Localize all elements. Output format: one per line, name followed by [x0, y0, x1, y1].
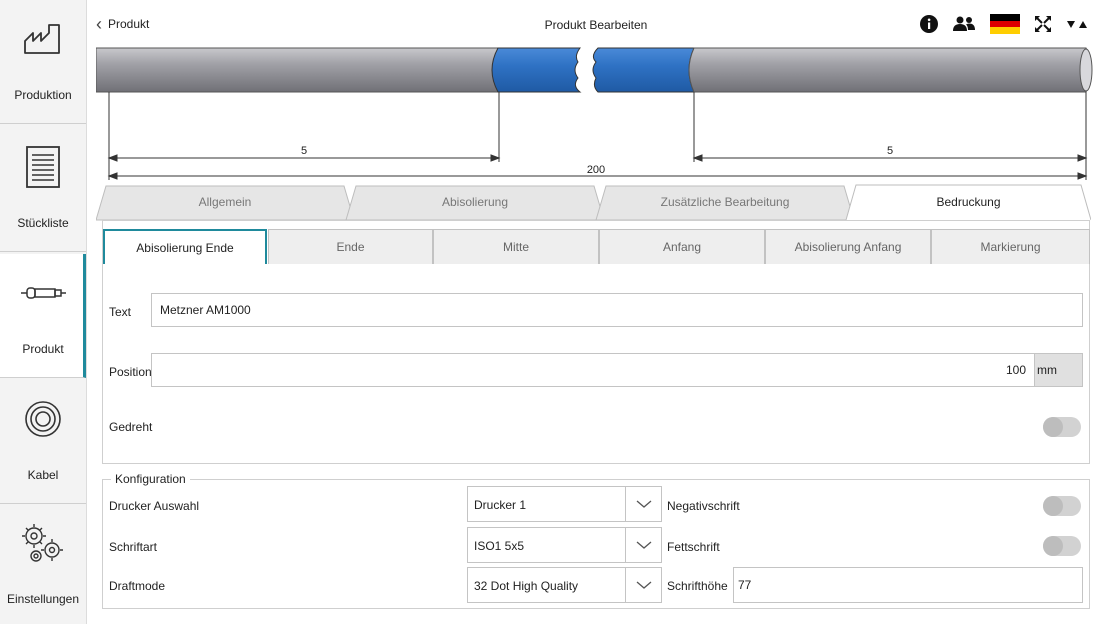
subtab-ende[interactable]: Ende [268, 229, 433, 264]
fettschrift-toggle[interactable] [1043, 536, 1081, 556]
sidebar: Produktion Stückliste Produkt Kabel Eins… [0, 0, 87, 624]
info-icon[interactable] [920, 14, 938, 36]
schrifthoehe-label: Schrifthöhe [667, 579, 728, 593]
text-label: Text [109, 305, 132, 319]
draftmode-label: Draftmode [109, 579, 166, 593]
sidebar-item-label: Einstellungen [6, 592, 80, 606]
main-tabs: Allgemein Abisolierung Zusätzliche Bearb… [96, 184, 1091, 221]
total-length-label: 200 [587, 164, 605, 176]
chevron-down-icon [625, 568, 661, 602]
cable-left-insulation [95, 47, 499, 93]
back-button[interactable]: ‹ Produkt [96, 13, 149, 35]
tab-allgemein[interactable]: Allgemein [106, 184, 344, 220]
gears-icon [0, 518, 86, 568]
main-content: ‹ Produkt Produkt Bearbeiten 5 5 200 All… [95, 0, 1100, 624]
subtab-mitte[interactable]: Mitte [433, 229, 599, 264]
subtab-abisolierung-anfang[interactable]: Abisolierung Anfang [765, 229, 931, 264]
sidebar-item-stueckliste[interactable]: Stückliste [0, 128, 86, 252]
page-title: Produkt Bearbeiten [544, 18, 648, 32]
right-strip-length-label: 5 [887, 145, 893, 157]
negativschrift-toggle[interactable] [1043, 496, 1081, 516]
sidebar-item-produkt[interactable]: Produkt [0, 254, 86, 378]
left-strip-length-label: 5 [301, 145, 307, 157]
cable-coil-icon [0, 394, 86, 444]
bedruckung-panel: Abisolierung Ende Ende Mitte Anfang Abis… [102, 220, 1090, 464]
schriftart-label: Schriftart [109, 540, 158, 554]
drucker-auswahl-label: Drucker Auswahl [109, 499, 200, 513]
position-input[interactable]: 100 [151, 353, 1035, 387]
cable-right-insulation [688, 47, 1093, 93]
chevron-left-icon: ‹ [96, 14, 102, 34]
document-list-icon [0, 142, 86, 192]
sidebar-item-label: Produkt [22, 342, 64, 356]
tab-bedruckung[interactable]: Bedruckung [856, 184, 1081, 220]
cable-diagram: 5 5 200 [95, 44, 1100, 184]
top-bar: ‹ Produkt Produkt Bearbeiten [96, 4, 1100, 44]
sidebar-item-label: Stückliste [17, 216, 69, 230]
top-icons [920, 13, 1088, 37]
gedreht-toggle[interactable] [1043, 417, 1081, 437]
chevron-down-icon [625, 487, 661, 521]
drucker-auswahl-value: Drucker 1 [474, 498, 527, 512]
schriftart-select[interactable]: ISO1 5x5 [467, 527, 662, 563]
users-icon[interactable] [952, 15, 976, 36]
negativschrift-label: Negativschrift [667, 499, 740, 513]
position-unit: mm [1035, 353, 1083, 387]
factory-icon [0, 14, 86, 64]
schrifthoehe-input[interactable]: 77 [733, 567, 1083, 603]
sidebar-item-label: Produktion [14, 88, 72, 102]
schriftart-value: ISO1 5x5 [474, 539, 525, 553]
subtab-markierung[interactable]: Markierung [931, 229, 1090, 264]
sidebar-item-label: Kabel [27, 468, 59, 482]
sidebar-item-kabel[interactable]: Kabel [0, 380, 86, 504]
chevron-down-icon [625, 528, 661, 562]
sort-toggle-icon[interactable] [1066, 18, 1088, 33]
subtab-anfang[interactable]: Anfang [599, 229, 765, 264]
position-label: Position [109, 365, 152, 379]
german-flag-icon[interactable] [990, 13, 1020, 37]
tab-abisolierung[interactable]: Abisolierung [356, 184, 594, 220]
text-input[interactable]: Metzner AM1000 [151, 293, 1083, 327]
back-button-label: Produkt [108, 17, 150, 31]
drucker-auswahl-select[interactable]: Drucker 1 [467, 486, 662, 522]
konfiguration-group: Konfiguration Drucker Auswahl Drucker 1 … [102, 472, 1090, 609]
cable-right-strip [592, 47, 695, 93]
sidebar-item-produktion[interactable]: Produktion [0, 0, 86, 124]
fettschrift-label: Fettschrift [667, 540, 720, 554]
draftmode-select[interactable]: 32 Dot High Quality [467, 567, 662, 603]
gedreht-label: Gedreht [109, 420, 153, 434]
tab-zusaetzliche-bearbeitung[interactable]: Zusätzliche Bearbeitung [606, 184, 844, 220]
text-input-value: Metzner AM1000 [160, 303, 251, 317]
position-input-value: 100 [1005, 363, 1026, 377]
cable-product-icon [0, 268, 86, 318]
schrifthoehe-value: 77 [738, 578, 752, 592]
sub-tabs: Abisolierung Ende Ende Mitte Anfang Abis… [103, 227, 1091, 265]
subtab-abisolierung-ende[interactable]: Abisolierung Ende [103, 229, 267, 264]
sidebar-item-einstellungen[interactable]: Einstellungen [0, 504, 86, 624]
konfiguration-legend: Konfiguration [111, 472, 190, 486]
fullscreen-icon[interactable] [1034, 15, 1052, 36]
draftmode-value: 32 Dot High Quality [474, 579, 579, 593]
cable-left-strip [491, 47, 582, 93]
